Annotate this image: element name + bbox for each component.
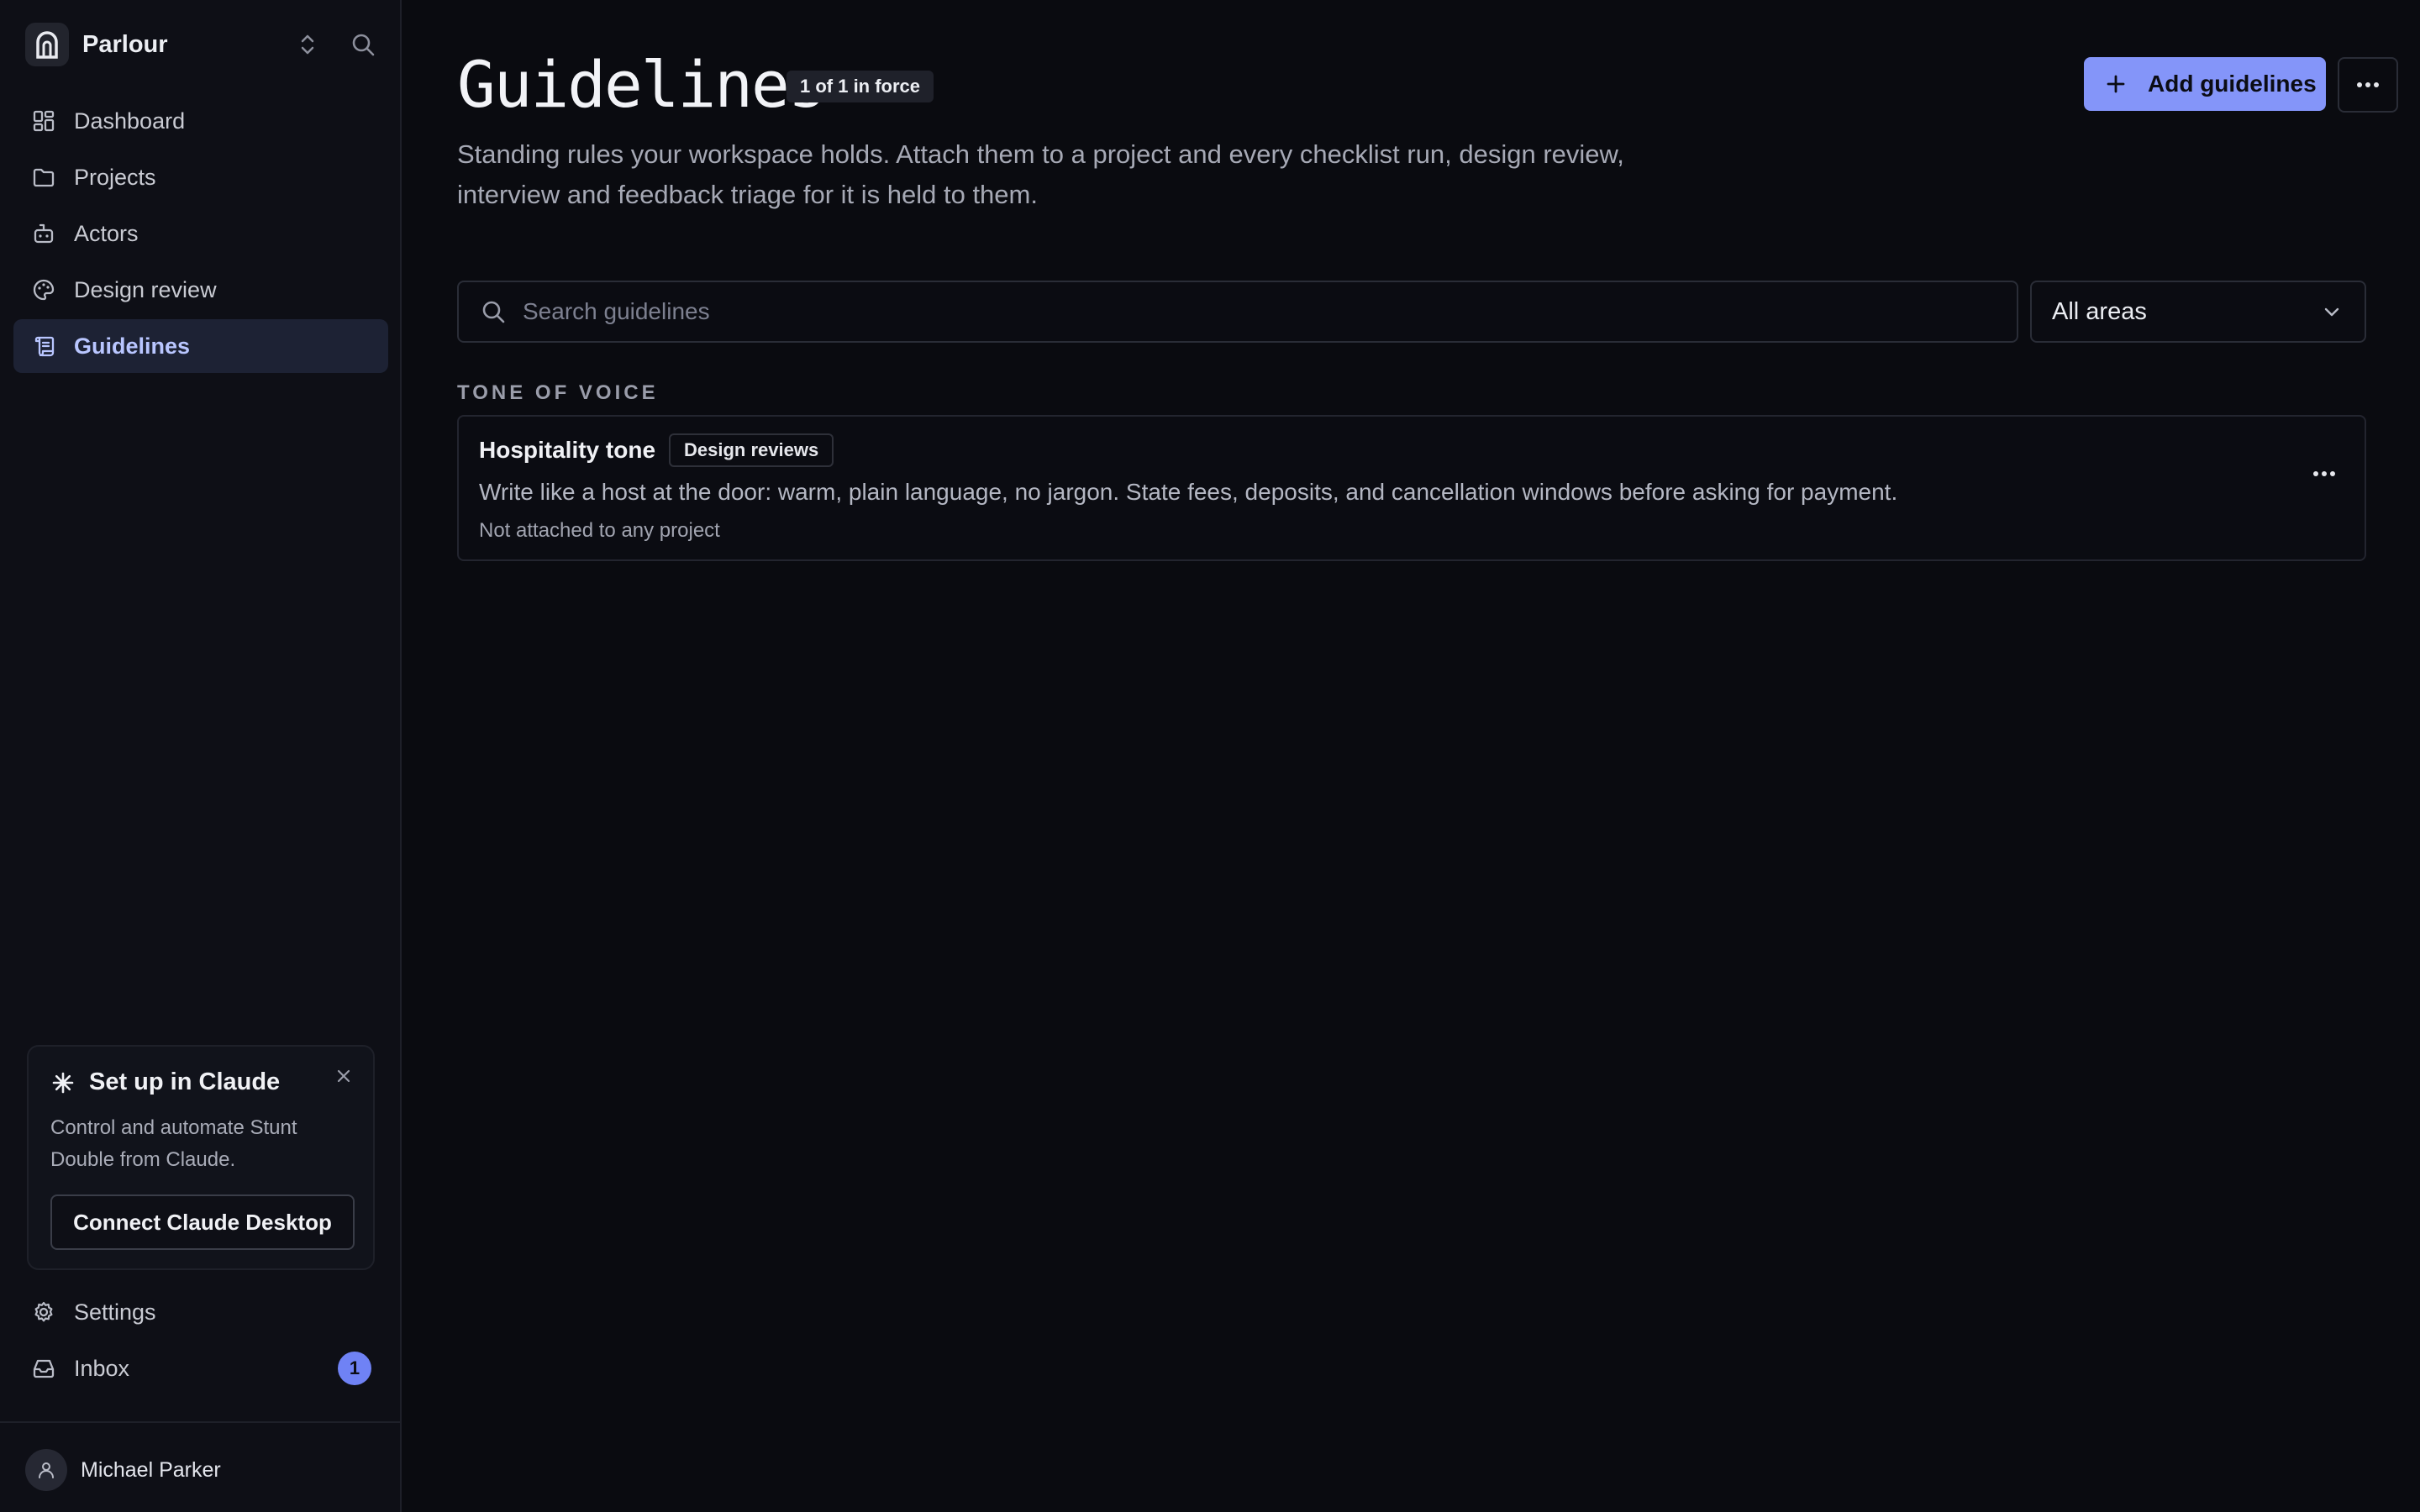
nav-item-label: Projects [74, 164, 156, 190]
sidebar-divider [0, 1421, 400, 1423]
search-icon [479, 297, 508, 326]
workspace-switcher[interactable]: Parlour [25, 23, 381, 66]
page-title: Guidelines [457, 47, 827, 122]
nav-item-label: Settings [74, 1299, 156, 1325]
guideline-title-row: Hospitality tone Design reviews [479, 433, 834, 467]
in-force-count-badge: 1 of 1 in force [786, 71, 934, 102]
nav-item-label: Guidelines [74, 333, 191, 359]
scroll-icon [30, 333, 57, 360]
avatar [25, 1449, 67, 1491]
sparkle-icon [50, 1070, 76, 1095]
close-icon[interactable] [331, 1063, 356, 1089]
guideline-card[interactable]: Hospitality tone Design reviews Write li… [457, 415, 2366, 561]
add-guidelines-button[interactable]: Add guidelines [2084, 57, 2326, 111]
user-name: Michael Parker [81, 1457, 221, 1482]
robot-icon [30, 220, 57, 247]
folder-icon [30, 164, 57, 191]
nav-item-settings[interactable]: Settings [13, 1285, 388, 1339]
chevron-down-icon [2319, 299, 2344, 324]
promo-text: Control and automate Stunt Double from C… [50, 1116, 297, 1171]
inbox-icon [30, 1355, 57, 1382]
more-horizontal-icon [2355, 77, 2381, 92]
inbox-count-badge: 1 [338, 1352, 371, 1385]
nav-item-design-review[interactable]: Design review [13, 263, 388, 317]
guideline-attachment-status: Not attached to any project [479, 519, 720, 542]
main-nav: Dashboard Projects Actors Design review [13, 94, 388, 375]
guideline-description: Write like a host at the door: warm, pla… [479, 479, 1898, 505]
claude-setup-card: Set up in Claude Control and automate St… [27, 1045, 375, 1270]
area-filter-select[interactable]: All areas [2030, 281, 2366, 343]
connect-claude-desktop-button[interactable]: Connect Claude Desktop [50, 1194, 355, 1250]
nav-item-dashboard[interactable]: Dashboard [13, 94, 388, 148]
area-select-value: All areas [2052, 297, 2147, 325]
nav-item-label: Dashboard [74, 108, 186, 134]
workspace-name: Parlour [82, 30, 168, 58]
palette-icon [30, 276, 57, 303]
gear-icon [30, 1299, 57, 1326]
chevron-up-down-icon[interactable] [289, 26, 326, 63]
nav-item-label: Design review [74, 276, 217, 302]
plus-icon [2102, 71, 2129, 97]
nav-item-label: Inbox [74, 1355, 130, 1381]
nav-item-projects[interactable]: Projects [13, 150, 388, 204]
search-icon[interactable] [345, 26, 381, 63]
add-guidelines-label: Add guidelines [2148, 71, 2317, 97]
user-menu[interactable]: Michael Parker [25, 1448, 221, 1492]
nav-item-label: Actors [74, 220, 139, 246]
workspace-logo [25, 23, 69, 66]
bottom-nav: Settings Inbox 1 [13, 1285, 388, 1398]
dashboard-icon [30, 108, 57, 134]
promo-title: Set up in Claude [50, 1068, 280, 1096]
page-more-button[interactable] [2338, 57, 2398, 113]
guideline-area-tag: Design reviews [669, 433, 834, 467]
search-field[interactable] [457, 281, 2018, 343]
nav-item-actors[interactable]: Actors [13, 207, 388, 260]
search-input[interactable] [523, 298, 2017, 325]
more-horizontal-icon[interactable] [2304, 454, 2344, 494]
section-heading: TONE OF VOICE [457, 381, 659, 404]
nav-item-guidelines[interactable]: Guidelines [13, 319, 388, 373]
page-description: Standing rules your workspace holds. Att… [457, 139, 1624, 209]
nav-item-inbox[interactable]: Inbox 1 [13, 1341, 388, 1395]
main-content: Guidelines 1 of 1 in force Standing rule… [402, 0, 2420, 1512]
guideline-title: Hospitality tone [479, 437, 656, 463]
sidebar: Parlour Dashboard Projects Actors Design… [0, 0, 402, 1512]
